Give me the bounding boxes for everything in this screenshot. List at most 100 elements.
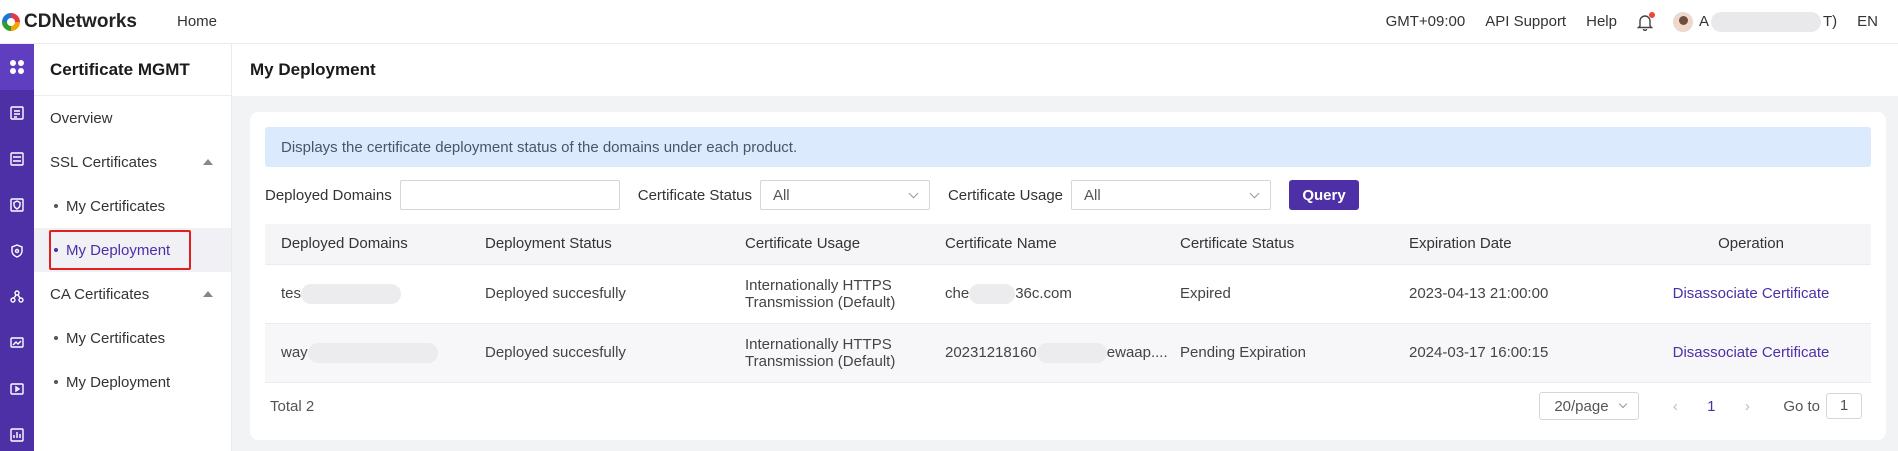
column-header: Deployed Domains [265, 224, 485, 265]
monitor-icon[interactable] [0, 320, 34, 366]
cert-name-text: ewaap.... [1106, 343, 1168, 361]
column-header: Expiration Date [1409, 224, 1631, 265]
column-header: Deployment Status [485, 224, 745, 265]
operation-cell: Disassociate Certificate [1631, 264, 1871, 324]
icon-rail [0, 44, 34, 451]
deployment-status-cell: Deployed succesfully [485, 264, 745, 324]
prev-page-icon[interactable]: ‹ [1665, 398, 1685, 415]
sidebar-group-label: SSL Certificates [50, 153, 157, 171]
help-link[interactable]: Help [1586, 13, 1617, 30]
avatar [1672, 11, 1693, 32]
cert-name-text: 36c.com [1015, 284, 1072, 302]
shield-icon[interactable] [0, 182, 34, 228]
sidebar-item-ssl-my-certificates[interactable]: My Certificates [34, 184, 231, 228]
deployed-domains-label: Deployed Domains [265, 186, 392, 204]
sidebar-group-ssl[interactable]: SSL Certificates [34, 140, 231, 184]
usage-line: Internationally HTTPS [745, 276, 892, 294]
top-right-menu: GMT+09:00 API Support Help A T) EN [1366, 11, 1898, 32]
bullet-icon [54, 204, 58, 208]
sidebar-item-label: My Certificates [66, 329, 166, 347]
certificate-status-label: Certificate Status [637, 186, 752, 204]
deployment-status-cell: Deployed succesfully [485, 323, 745, 383]
disassociate-certificate-link[interactable]: Disassociate Certificate [1673, 344, 1830, 361]
goto-page-input[interactable]: 1 [1826, 393, 1862, 419]
redacted-text [301, 283, 402, 304]
certificate-name-link[interactable]: 20231218160 ewaap.... [945, 323, 1180, 383]
user-initial: A [1698, 13, 1709, 30]
cert-name-text: che [945, 284, 970, 302]
sidebar-item-ssl-my-deployment[interactable]: My Deployment [34, 228, 231, 272]
api-support-link[interactable]: API Support [1485, 13, 1566, 30]
column-header: Certificate Usage [745, 224, 945, 265]
chevron-down-icon [908, 188, 919, 199]
column-header: Operation [1631, 224, 1871, 265]
collapse-caret-icon [203, 159, 213, 165]
sidebar-title: Certificate MGMT [34, 44, 231, 96]
domain-text: way [281, 343, 308, 361]
user-name-redacted [1710, 11, 1821, 32]
table-header-row: Deployed Domains Deployment Status Certi… [265, 224, 1871, 265]
notification-bell-icon[interactable] [1636, 11, 1655, 31]
column-header: Certificate Status [1180, 224, 1409, 265]
network-icon[interactable] [0, 274, 34, 320]
usage-cell: Internationally HTTPS Transmission (Defa… [745, 264, 945, 324]
redacted-text [1036, 342, 1107, 363]
domain-cell: way [265, 323, 485, 383]
nav-home[interactable]: Home [177, 13, 217, 30]
bullet-icon [54, 380, 58, 384]
sidebar-item-label: My Deployment [66, 241, 171, 259]
language-selector[interactable]: EN [1857, 13, 1878, 30]
deployed-domains-input[interactable] [399, 180, 620, 210]
pagination: 20/page ‹ 1 › Go to 1 [1539, 392, 1862, 420]
brand-name: CDNetworks [24, 10, 137, 32]
brand-logo[interactable]: CDNetworks [2, 11, 137, 33]
server-stack-icon[interactable] [0, 136, 34, 182]
user-suffix: T) [1822, 13, 1838, 30]
next-page-icon[interactable]: › [1737, 398, 1757, 415]
security-icon[interactable] [0, 228, 34, 274]
cert-name-text: 20231218160 [945, 343, 1037, 361]
certificate-usage-label: Certificate Usage [947, 186, 1064, 204]
sidebar-item-overview[interactable]: Overview [34, 96, 231, 140]
sidebar-group-label: CA Certificates [50, 285, 150, 303]
bullet-icon [54, 336, 58, 340]
sidebar-item-ca-my-deployment[interactable]: My Deployment [34, 360, 231, 404]
operation-cell: Disassociate Certificate [1631, 323, 1871, 383]
user-menu[interactable]: A T) [1672, 11, 1838, 32]
select-value: All [772, 186, 790, 204]
certificate-status-cell: Pending Expiration [1180, 323, 1409, 383]
usage-line: Transmission (Default) [745, 352, 896, 370]
certificate-status-select[interactable]: All [759, 180, 930, 210]
media-icon[interactable] [0, 366, 34, 412]
info-banner: Displays the certificate deployment stat… [265, 127, 1871, 167]
page-size-select[interactable]: 20/page [1539, 392, 1640, 420]
sidebar-item-label: My Certificates [66, 197, 166, 215]
domain-text: tes [281, 284, 302, 302]
sidebar-item-label: My Deployment [66, 373, 171, 391]
total-count: Total 2 [270, 398, 315, 415]
goto-label: Go to [1783, 397, 1820, 415]
apps-icon[interactable] [0, 44, 34, 90]
goto-page: Go to 1 [1783, 393, 1862, 419]
table-row: tes Deployed succesfully Internationally… [265, 264, 1871, 324]
top-bar: CDNetworks Home GMT+09:00 API Support He… [0, 0, 1898, 44]
certificate-usage-select[interactable]: All [1071, 180, 1272, 210]
usage-line: Transmission (Default) [745, 293, 896, 311]
column-header: Certificate Name [945, 224, 1180, 265]
deployment-card: Displays the certificate deployment stat… [250, 112, 1886, 440]
disassociate-certificate-link[interactable]: Disassociate Certificate [1673, 285, 1830, 302]
timezone-selector[interactable]: GMT+09:00 [1386, 13, 1466, 30]
sidebar-item-label: Overview [50, 109, 113, 127]
query-button[interactable]: Query [1289, 180, 1360, 210]
deployment-table: Deployed Domains Deployment Status Certi… [265, 224, 1871, 383]
sidebar-group-ca[interactable]: CA Certificates [34, 272, 231, 316]
page-number[interactable]: 1 [1699, 398, 1723, 415]
certificate-status-cell: Expired [1180, 264, 1409, 324]
collapse-caret-icon [203, 291, 213, 297]
chevron-down-icon [1619, 399, 1628, 409]
brand-logo-icon [2, 12, 20, 31]
server-icon[interactable] [0, 90, 34, 136]
sidebar-item-ca-my-certificates[interactable]: My Certificates [34, 316, 231, 360]
certificate-name-link[interactable]: che 36c.com [945, 264, 1180, 324]
report-icon[interactable] [0, 412, 34, 451]
